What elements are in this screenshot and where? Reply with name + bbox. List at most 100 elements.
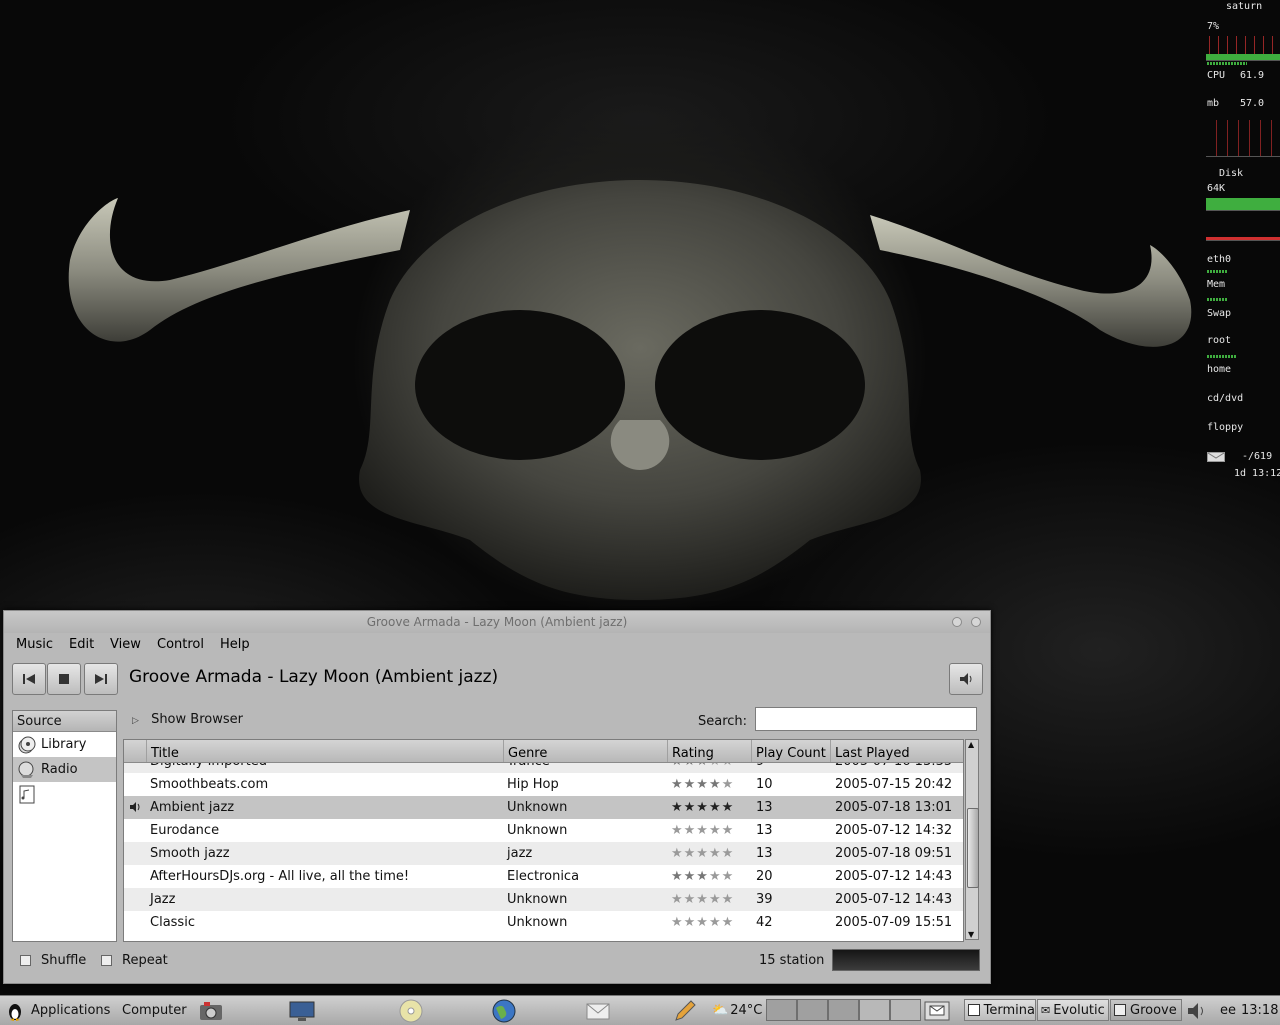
computer-menu[interactable]: Computer — [122, 996, 187, 1025]
rating-stars[interactable]: ★★★★★ — [671, 869, 734, 884]
system-monitor: saturn 7% CPU 61.9 mb 57.0 Disk 64K eth0… — [1204, 0, 1280, 490]
monitor-launcher[interactable] — [288, 996, 316, 1025]
cell-play-count: 13 — [756, 846, 773, 861]
mail-launcher[interactable] — [585, 996, 611, 1025]
column-header-indicator[interactable] — [124, 740, 146, 762]
rating-stars[interactable]: ★★★★★ — [671, 892, 734, 907]
source-item-label: Radio — [41, 762, 78, 777]
table-row[interactable]: Smooth jazz jazz ★★★★★ 13 2005-07-18 09:… — [124, 842, 963, 865]
next-button[interactable] — [84, 663, 118, 695]
workspace-5[interactable] — [890, 999, 921, 1021]
task-label: Evolutic — [1053, 1002, 1105, 1018]
groove-icon — [1114, 1004, 1126, 1016]
source-header[interactable]: Source — [13, 711, 116, 732]
workspace-1[interactable] — [766, 999, 797, 1021]
close-button[interactable] — [971, 617, 981, 627]
cell-play-count: 10 — [756, 777, 773, 792]
volume-button[interactable] — [949, 663, 983, 695]
mail-icon — [1207, 452, 1225, 462]
cell-title: Jazz — [150, 892, 176, 907]
clock-prefix: ee — [1220, 1003, 1236, 1018]
cell-last-played: 2005-07-12 14:32 — [835, 823, 953, 838]
cell-genre: Unknown — [507, 800, 568, 815]
workspace-4[interactable] — [859, 999, 890, 1021]
stop-icon — [59, 674, 69, 684]
table-scrollbar[interactable]: ▲ ▼ — [965, 739, 979, 940]
cell-genre: Unknown — [507, 892, 568, 907]
shuffle-checkbox[interactable] — [20, 955, 31, 966]
table-row[interactable]: Classic Unknown ★★★★★ 42 2005-07-09 15:5… — [124, 911, 963, 934]
menu-control[interactable]: Control — [157, 637, 204, 652]
column-header-rating[interactable]: Rating — [667, 740, 751, 762]
speaker-icon — [1188, 1002, 1203, 1019]
editor-launcher[interactable] — [672, 996, 698, 1025]
column-header-last-played[interactable]: Last Played — [830, 740, 963, 762]
monitor-icon — [289, 1001, 315, 1021]
music-player-window: Groove Armada - Lazy Moon (Ambient jazz)… — [3, 610, 991, 984]
column-header-play-count[interactable]: Play Count — [751, 740, 830, 762]
table-row[interactable]: Jazz Unknown ★★★★★ 39 2005-07-12 14:43 — [124, 888, 963, 911]
tux-icon — [9, 1003, 21, 1021]
table-row[interactable]: Eurodance Unknown ★★★★★ 13 2005-07-12 14… — [124, 819, 963, 842]
cd-launcher[interactable] — [398, 996, 424, 1025]
source-item-playlist[interactable] — [13, 782, 116, 807]
column-header-title[interactable]: Title — [146, 740, 503, 762]
rating-stars[interactable]: ★★★★★ — [671, 800, 734, 815]
source-item-library[interactable]: Library — [13, 732, 116, 757]
table-row[interactable]: AfterHoursDJs.org - All live, all the ti… — [124, 865, 963, 888]
repeat-checkbox[interactable] — [101, 955, 112, 966]
weather-applet[interactable]: ⛅ 24°C — [712, 996, 762, 1025]
camera-launcher[interactable] — [198, 996, 224, 1025]
cddvd-label: cd/dvd — [1207, 393, 1244, 404]
volume-applet[interactable] — [1186, 996, 1208, 1025]
task-evolution[interactable]: ✉ Evolutic — [1037, 999, 1109, 1021]
show-browser-toggle[interactable]: ▷ Show Browser — [132, 712, 243, 727]
clock-applet[interactable]: ee 13:18 — [1220, 996, 1278, 1025]
scroll-up-icon[interactable]: ▲ — [968, 740, 974, 749]
rating-stars[interactable]: ★★★★★ — [671, 915, 734, 930]
rating-stars[interactable]: ★★★★★ — [671, 846, 734, 861]
window-titlebar[interactable]: Groove Armada - Lazy Moon (Ambient jazz) — [4, 611, 990, 633]
task-groove[interactable]: Groove — [1110, 999, 1182, 1021]
table-row[interactable]: Smoothbeats.com Hip Hop ★★★★★ 10 2005-07… — [124, 773, 963, 796]
browser-launcher[interactable] — [491, 996, 517, 1025]
mail-notification[interactable] — [924, 996, 950, 1025]
terminal-icon — [968, 1004, 980, 1016]
cell-title: Ambient jazz — [150, 800, 235, 815]
mail-count: -/619 — [1242, 451, 1273, 462]
task-label: Groove — [1130, 1002, 1177, 1018]
cell-title: Classic — [150, 915, 195, 930]
source-item-radio[interactable]: Radio — [13, 757, 116, 782]
memory-graph — [1206, 120, 1280, 157]
rating-stars[interactable]: ★★★★★ — [671, 823, 734, 838]
menu-music[interactable]: Music — [16, 637, 53, 652]
table-row-playing[interactable]: Ambient jazz Unknown ★★★★★ 13 2005-07-18… — [124, 796, 963, 819]
applications-menu[interactable]: Applications — [6, 996, 110, 1025]
mb-value: 57.0 — [1240, 98, 1265, 109]
column-header-genre[interactable]: Genre — [503, 740, 667, 762]
minimize-button[interactable] — [952, 617, 962, 627]
menu-help[interactable]: Help — [220, 637, 250, 652]
workspace-2[interactable] — [797, 999, 828, 1021]
envelope-icon — [586, 1003, 610, 1019]
rating-stars[interactable]: ★★★★★ — [671, 777, 734, 792]
repeat-label: Repeat — [122, 953, 168, 968]
menu-view[interactable]: View — [110, 637, 141, 652]
cell-genre: Electronica — [507, 869, 580, 884]
weather-temperature: 24°C — [730, 1003, 763, 1018]
cell-title: AfterHoursDJs.org - All live, all the ti… — [150, 869, 410, 884]
scroll-down-icon[interactable]: ▼ — [968, 930, 974, 939]
now-playing-speaker-icon — [130, 802, 140, 812]
previous-icon — [23, 674, 35, 684]
stop-button[interactable] — [47, 663, 81, 695]
workspace-3[interactable] — [828, 999, 859, 1021]
task-terminal[interactable]: Termina — [964, 999, 1036, 1021]
cell-last-played: 2005-07-18 13:01 — [835, 800, 953, 815]
bottom-panel: Applications Computer ⛅ 24°C Termina ✉ E… — [0, 995, 1280, 1025]
previous-button[interactable] — [12, 663, 46, 695]
menu-edit[interactable]: Edit — [69, 637, 94, 652]
computer-label: Computer — [122, 1003, 187, 1018]
scrollbar-thumb[interactable] — [967, 808, 979, 888]
search-input[interactable] — [755, 707, 977, 731]
applications-label: Applications — [31, 1003, 111, 1018]
